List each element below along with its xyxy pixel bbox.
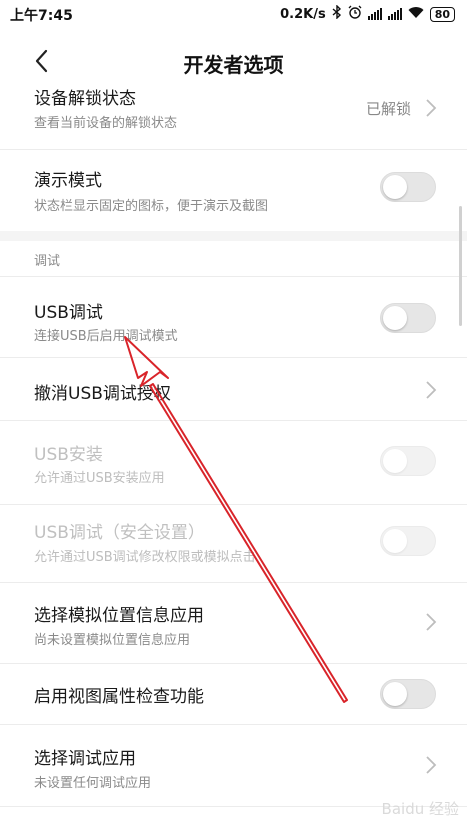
row-unlock-status[interactable]: 设备解锁状态 查看当前设备的解锁状态 已解锁: [0, 82, 467, 148]
toggle-knob: [383, 449, 407, 473]
chevron-right-icon: [426, 613, 437, 631]
row-revoke-usb-auth[interactable]: 撤消USB调试授权: [0, 358, 467, 420]
chevron-right-icon: [426, 756, 437, 774]
row-title: 设备解锁状态: [34, 89, 136, 109]
row-title: USB安装: [34, 445, 103, 465]
chevron-right-icon: [426, 99, 437, 117]
row-subtitle: 状态栏显示固定的图标，便于演示及截图: [34, 199, 269, 214]
row-select-debug-app[interactable]: 选择调试应用 未设置任何调试应用: [0, 725, 467, 805]
row-title: 撤消USB调试授权: [34, 384, 171, 404]
row-usb-secure-settings: USB调试（安全设置） 允许通过USB调试修改权限或模拟点击: [0, 505, 467, 582]
row-mock-location-app[interactable]: 选择模拟位置信息应用 尚未设置模拟位置信息应用: [0, 583, 467, 663]
row-usb-debugging[interactable]: USB调试 连接USB后启用调试模式: [0, 277, 467, 357]
watermark: Baidu 经验: [381, 800, 459, 818]
row-title: 选择模拟位置信息应用: [34, 606, 204, 626]
wifi-icon: [408, 6, 424, 23]
page-title: 开发者选项: [183, 53, 284, 77]
status-icons: 0.2K/s 80: [280, 4, 455, 23]
toggle-knob: [383, 175, 407, 199]
row-subtitle: 尚未设置模拟位置信息应用: [34, 633, 191, 648]
network-speed: 0.2K/s: [280, 6, 326, 22]
toggle-knob: [383, 682, 407, 706]
row-demo-mode[interactable]: 演示模式 状态栏显示固定的图标，便于演示及截图: [0, 150, 467, 231]
battery-icon: 80: [429, 6, 455, 22]
section-header-debug: 调试: [34, 254, 61, 269]
status-time: 上午7:45: [10, 8, 73, 24]
section-gap: [0, 231, 467, 241]
row-title: 启用视图属性检查功能: [34, 687, 204, 707]
row-title: USB调试（安全设置）: [34, 523, 205, 543]
row-subtitle: 查看当前设备的解锁状态: [34, 116, 178, 131]
row-subtitle: 连接USB后启用调试模式: [34, 329, 178, 344]
chevron-right-icon: [426, 381, 437, 399]
status-bar: 上午7:45 0.2K/s 80: [0, 0, 467, 28]
row-subtitle: 允许通过USB安装应用: [34, 471, 165, 486]
usb-install-toggle: [380, 446, 436, 476]
toggle-knob: [383, 306, 407, 330]
view-attribute-toggle[interactable]: [380, 679, 436, 709]
signal-icon: [387, 8, 402, 20]
scrollbar[interactable]: [459, 206, 462, 326]
usb-debugging-toggle[interactable]: [380, 303, 436, 333]
toggle-knob: [383, 529, 407, 553]
row-subtitle: 未设置任何调试应用: [34, 776, 152, 791]
row-usb-install: USB安装 允许通过USB安装应用: [0, 421, 467, 504]
row-subtitle: 允许通过USB调试修改权限或模拟点击: [34, 550, 256, 565]
signal-icon: [367, 8, 382, 20]
bluetooth-icon: [332, 4, 342, 23]
unlock-status-value: 已解锁: [365, 100, 411, 118]
alarm-icon: [348, 5, 362, 23]
row-title: 选择调试应用: [34, 749, 136, 769]
row-title: USB调试: [34, 303, 103, 323]
row-title: 演示模式: [34, 171, 102, 191]
demo-mode-toggle[interactable]: [380, 172, 436, 202]
usb-secure-toggle: [380, 526, 436, 556]
row-view-attribute-inspection[interactable]: 启用视图属性检查功能: [0, 664, 467, 724]
